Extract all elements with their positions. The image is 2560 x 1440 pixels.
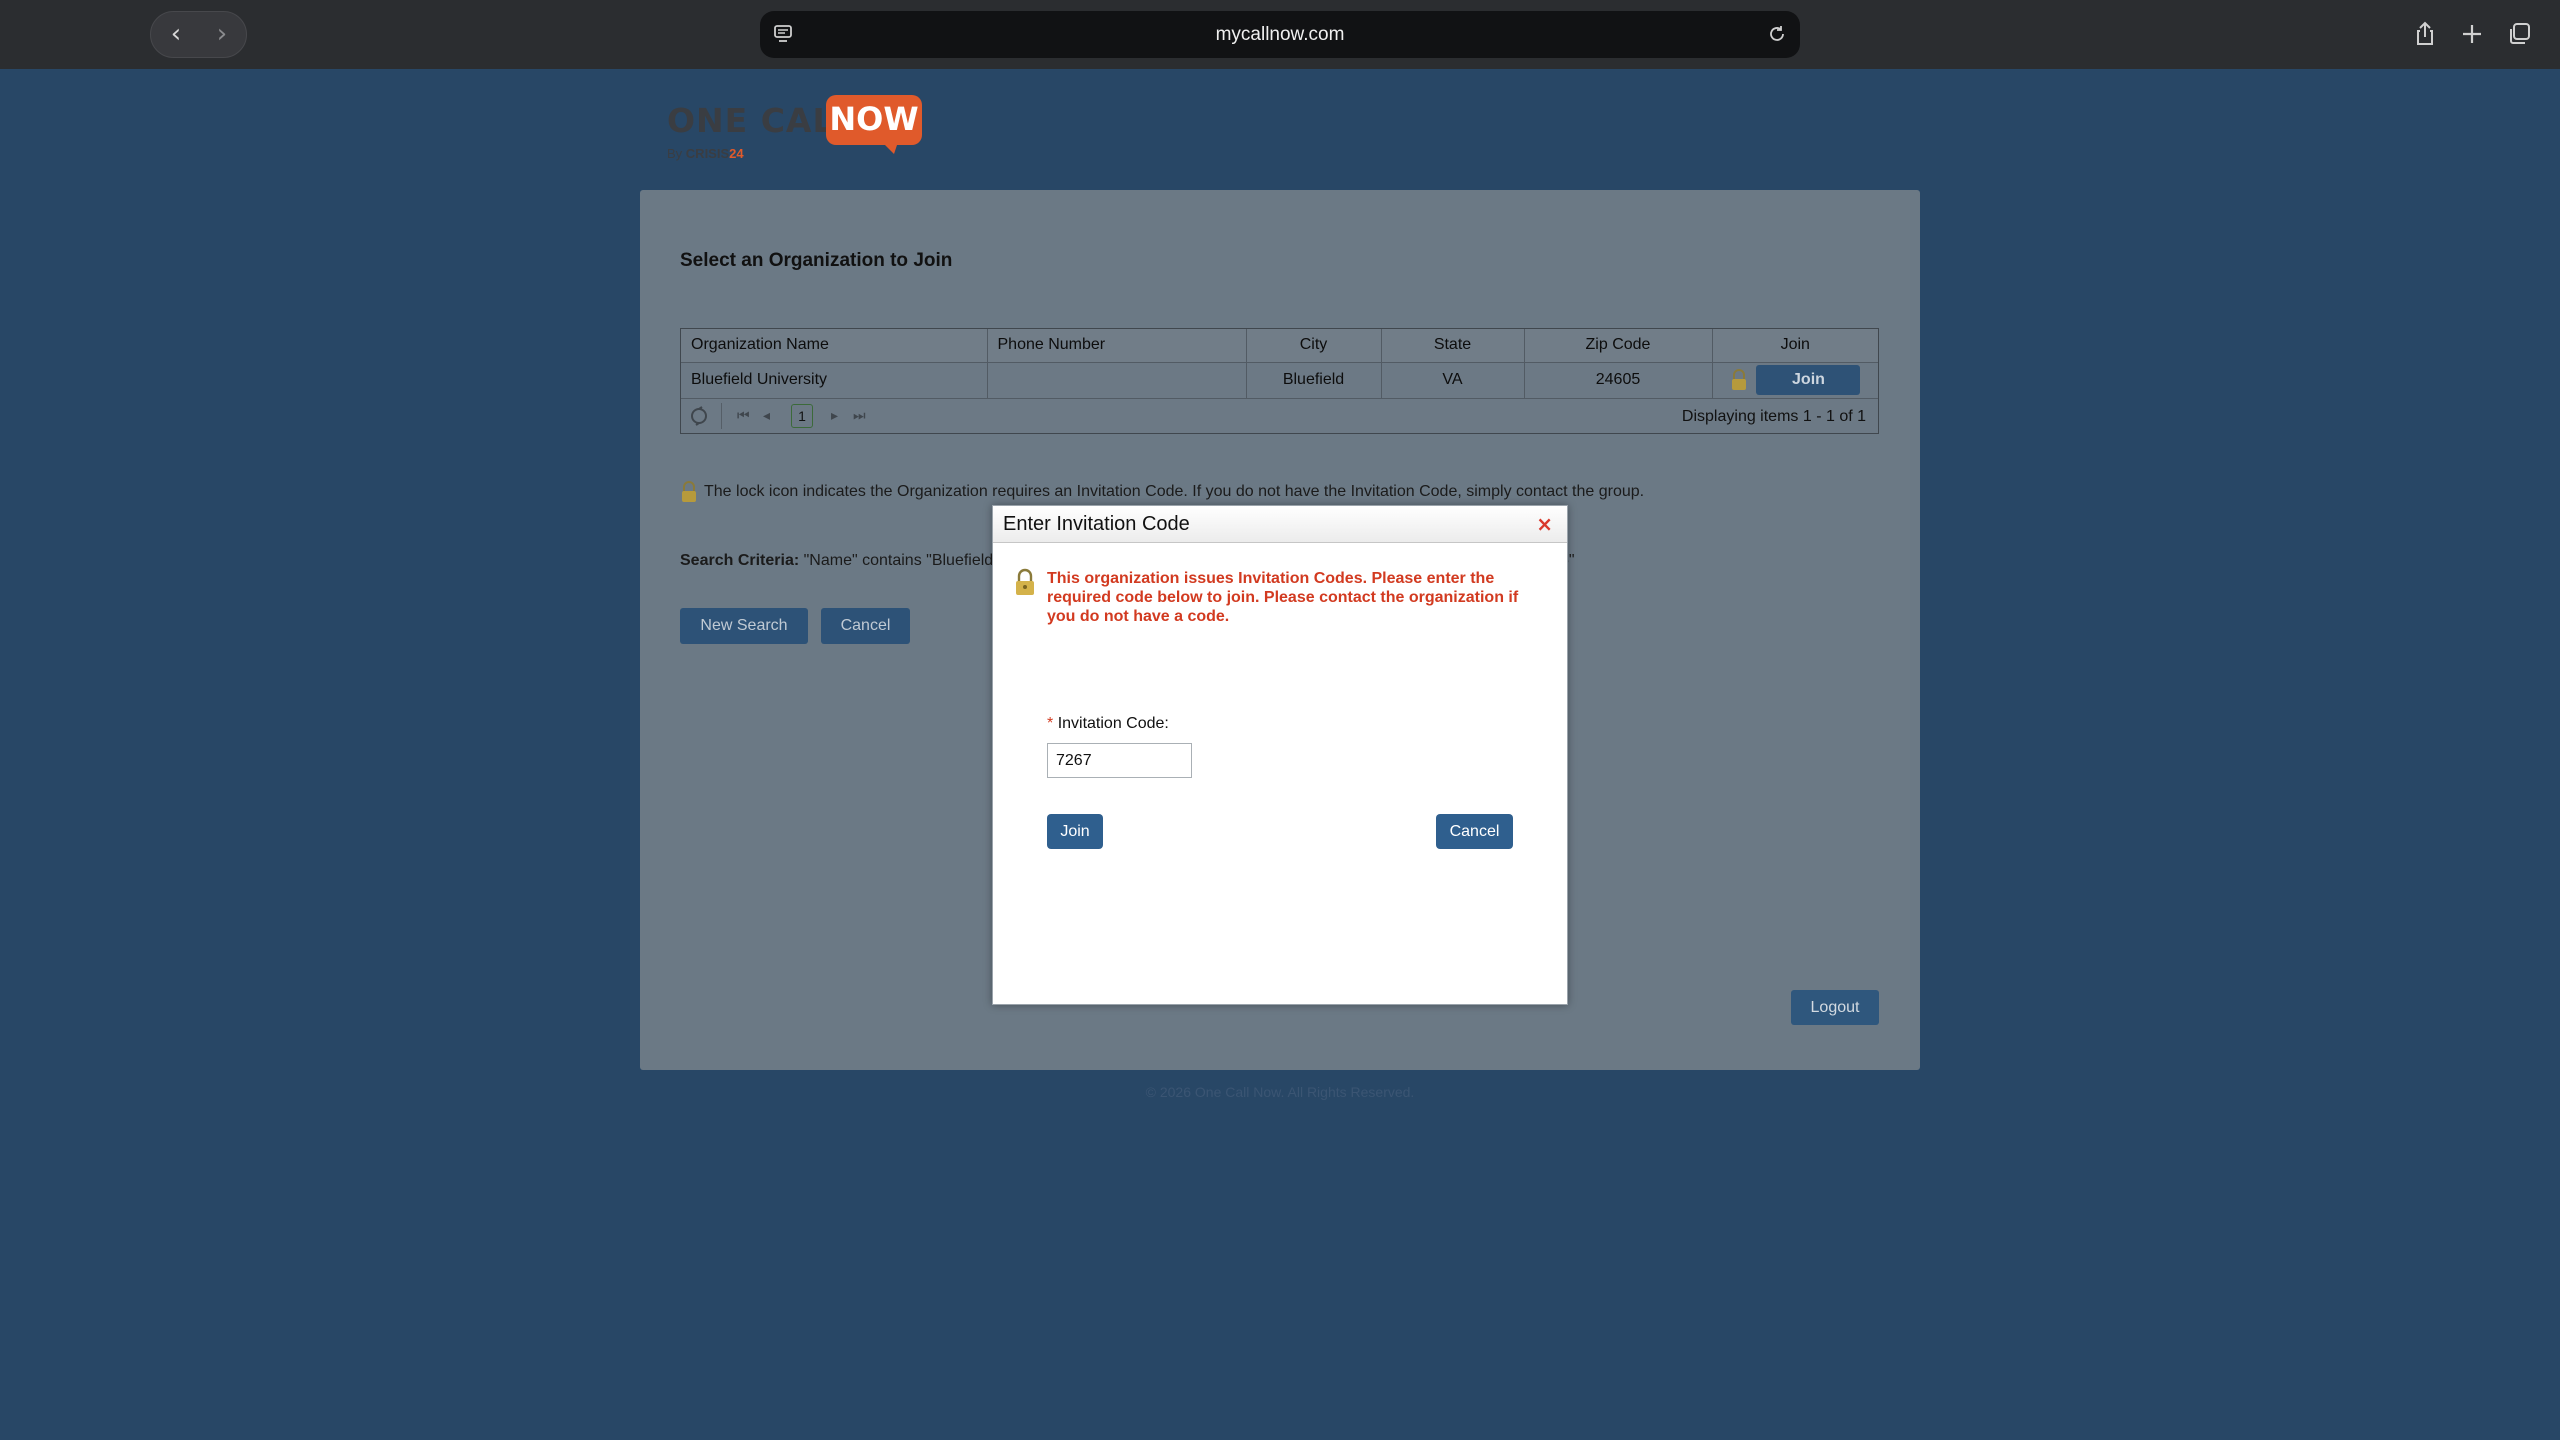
join-button[interactable]: Join — [1047, 814, 1103, 849]
refresh-icon[interactable] — [689, 405, 709, 426]
pager-separator — [721, 402, 722, 429]
first-page-icon[interactable]: ⏮ — [737, 408, 750, 424]
column-header-zip-code[interactable]: Zip Code — [1524, 329, 1713, 363]
browser-toolbar: ‹ › mycallnow.com — [0, 0, 2560, 69]
invitation-code-dialog: Enter Invitation Code × This organizatio… — [992, 505, 1568, 1005]
invitation-code-input[interactable] — [1047, 743, 1192, 778]
lock-icon — [682, 481, 696, 502]
forward-icon[interactable]: › — [207, 20, 237, 50]
page-title: Select an Organization to Join — [680, 250, 953, 271]
column-header-phone-number[interactable]: Phone Number — [987, 329, 1247, 363]
one-call-now-logo: ONE CALL NOW By CRISIS24 — [667, 94, 927, 164]
dialog-cancel-button[interactable]: Cancel — [1436, 814, 1513, 849]
close-icon[interactable]: × — [1536, 512, 1553, 536]
new-search-button[interactable]: New Search — [680, 608, 808, 644]
cell-organization-name: Bluefield University — [681, 362, 988, 399]
address-bar[interactable]: mycallnow.com — [760, 11, 1800, 58]
dialog-message: This organization issues Invitation Code… — [1047, 570, 1519, 625]
cell-join: Join — [1712, 362, 1878, 399]
dialog-title: Enter Invitation Code — [1003, 513, 1190, 535]
column-header-organization-name[interactable]: Organization Name — [681, 329, 988, 363]
cancel-button[interactable]: Cancel — [821, 608, 910, 644]
column-header-join: Join — [1712, 329, 1878, 363]
last-page-icon[interactable]: ⏭ — [853, 408, 866, 424]
dialog-header: Enter Invitation Code × — [993, 506, 1567, 543]
next-page-icon[interactable]: ▸ — [831, 408, 838, 424]
logo-by-line: By CRISIS24 — [667, 146, 744, 161]
back-icon[interactable]: ‹ — [161, 20, 191, 50]
tab-overview-icon[interactable] — [2506, 20, 2534, 48]
pager-display-count: Displaying items 1 - 1 of 1 — [1681, 407, 1866, 425]
logout-button[interactable]: Logout — [1791, 990, 1879, 1025]
column-header-state[interactable]: State — [1381, 329, 1525, 363]
new-tab-icon[interactable] — [2458, 20, 2486, 48]
url-text: mycallnow.com — [1215, 24, 1345, 45]
copyright: © 2026 One Call Now. All Rights Reserved… — [1145, 1084, 1415, 1100]
cell-zip-code: 24605 — [1524, 362, 1713, 399]
grid-pager: ⏮ ◂ 1 ▸ ⏭ Displaying items 1 - 1 of 1 — [681, 399, 1878, 433]
nav-button-group: ‹ › — [150, 11, 247, 58]
lock-icon — [1732, 369, 1747, 390]
logo-bubble-tail — [882, 142, 898, 154]
table-row[interactable]: Bluefield University Bluefield VA 24605 … — [681, 362, 1878, 399]
logo-now-badge: NOW — [826, 95, 922, 145]
cell-state: VA — [1381, 362, 1525, 399]
column-header-city[interactable]: City — [1246, 329, 1382, 363]
share-icon[interactable] — [2411, 20, 2439, 48]
cell-phone-number — [987, 362, 1247, 399]
search-criteria: Search Criteria: "Name" contains "Bluefi… — [680, 552, 994, 569]
organization-grid: Organization Name Phone Number City Stat… — [680, 328, 1879, 434]
invitation-code-label: * Invitation Code: — [1047, 715, 1169, 732]
cell-city: Bluefield — [1246, 362, 1382, 399]
prev-page-icon[interactable]: ◂ — [763, 408, 770, 424]
lock-note: The lock icon indicates the Organization… — [680, 481, 1644, 503]
lock-icon — [1016, 568, 1034, 595]
current-page-number[interactable]: 1 — [791, 403, 813, 428]
reload-icon[interactable] — [1766, 23, 1788, 45]
join-row-button[interactable]: Join — [1756, 365, 1861, 395]
